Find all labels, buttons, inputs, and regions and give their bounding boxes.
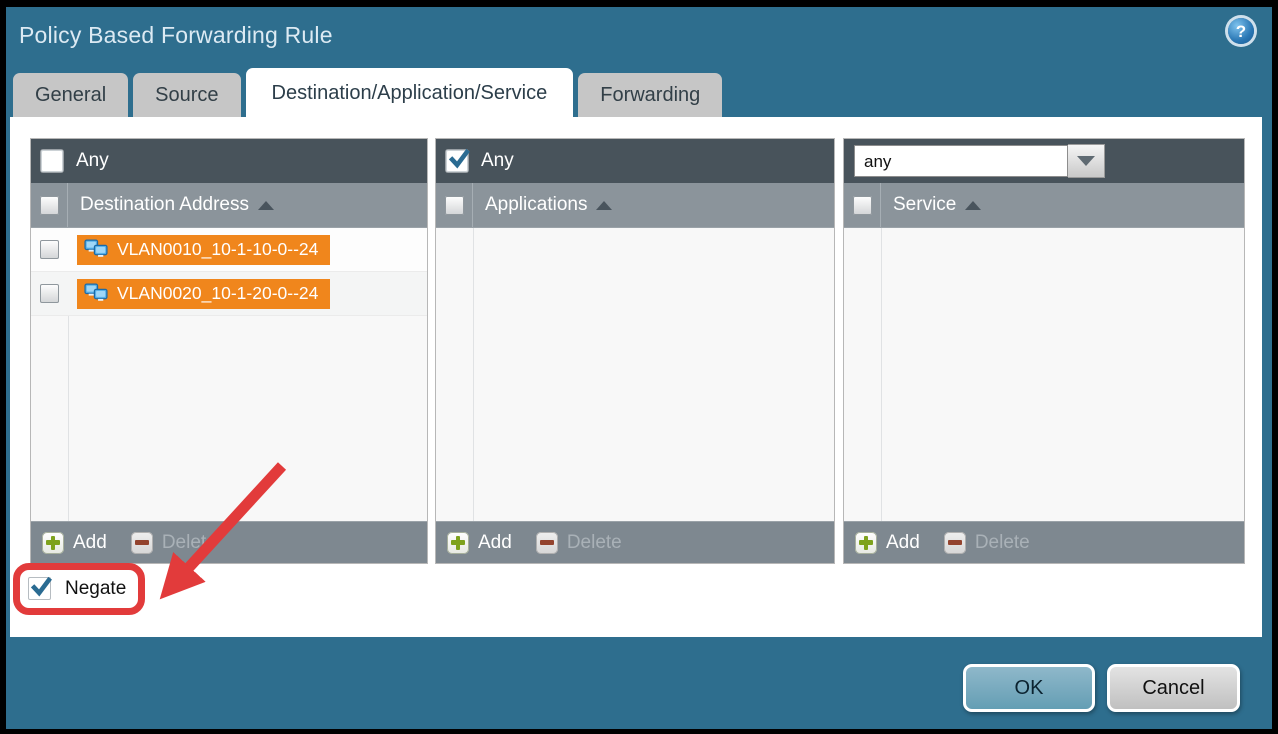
delete-button[interactable]: Delete (131, 532, 217, 554)
service-column-header[interactable]: Service (844, 183, 1244, 228)
tab-general[interactable]: General (13, 73, 128, 117)
service-dropdown[interactable]: any (854, 144, 1105, 178)
address-object-label: VLAN0010_10-1-10-0--24 (117, 239, 318, 260)
applications-select-all-checkbox[interactable] (445, 196, 464, 215)
help-icon[interactable] (1228, 18, 1254, 44)
check-icon (448, 148, 470, 170)
service-select-all-checkbox[interactable] (853, 196, 872, 215)
destination-toolbar: Add Delete (31, 521, 427, 563)
delete-label: Delete (567, 532, 622, 554)
add-label: Add (73, 532, 107, 554)
destination-list: VLAN0010_10-1-10-0--24 (31, 228, 427, 521)
ok-button[interactable]: OK (963, 664, 1095, 712)
minus-icon (131, 532, 153, 554)
add-button[interactable]: Add (855, 532, 920, 554)
plus-icon (447, 532, 469, 554)
delete-button[interactable]: Delete (536, 532, 622, 554)
sort-asc-icon (965, 201, 981, 210)
minus-icon (536, 532, 558, 554)
delete-label: Delete (162, 532, 217, 554)
destination-select-all-checkbox[interactable] (40, 196, 59, 215)
service-select-all-cell (844, 183, 881, 227)
address-object-label: VLAN0020_10-1-20-0--24 (117, 283, 318, 304)
row-checkbox-cell (31, 240, 68, 259)
row-checkbox[interactable] (40, 240, 59, 259)
network-address-icon (84, 283, 109, 304)
add-button[interactable]: Add (447, 532, 512, 554)
list-item[interactable]: VLAN0010_10-1-10-0--24 (31, 228, 427, 272)
service-panel: any Service (843, 138, 1245, 564)
service-dropdown-value[interactable]: any (854, 145, 1068, 177)
service-any-bar: any (844, 139, 1244, 183)
plus-icon (42, 532, 64, 554)
service-toolbar: Add Delete (844, 521, 1244, 563)
applications-column-header[interactable]: Applications (436, 183, 834, 228)
tab-bar: General Source Destination/Application/S… (13, 68, 722, 117)
cancel-button[interactable]: Cancel (1107, 664, 1240, 712)
applications-any-checkbox[interactable] (446, 150, 468, 172)
applications-select-all-cell (436, 183, 473, 227)
add-button[interactable]: Add (42, 532, 107, 554)
screenshot-frame: Policy Based Forwarding Rule General Sou… (0, 0, 1278, 734)
applications-any-bar: Any (436, 139, 834, 183)
destination-address-panel: Any Destination Address (30, 138, 428, 564)
plus-icon (855, 532, 877, 554)
address-object-tag: VLAN0010_10-1-10-0--24 (77, 235, 330, 265)
applications-any-label: Any (481, 150, 514, 172)
dropdown-button[interactable] (1068, 144, 1105, 178)
applications-list (436, 228, 834, 521)
destination-any-bar: Any (31, 139, 427, 183)
applications-column-label: Applications (485, 194, 587, 216)
minus-icon (944, 532, 966, 554)
service-list (844, 228, 1244, 521)
delete-label: Delete (975, 532, 1030, 554)
tab-content: Any Destination Address (10, 117, 1262, 637)
sort-asc-icon (596, 201, 612, 210)
service-column-label: Service (893, 194, 956, 216)
address-object-tag: VLAN0020_10-1-20-0--24 (77, 279, 330, 309)
destination-column-label: Destination Address (80, 194, 249, 216)
destination-column-header[interactable]: Destination Address (31, 183, 427, 228)
tab-forwarding[interactable]: Forwarding (578, 73, 722, 117)
check-icon (30, 576, 52, 598)
dialog-title: Policy Based Forwarding Rule (19, 22, 333, 49)
list-item[interactable]: VLAN0020_10-1-20-0--24 (31, 272, 427, 316)
row-checkbox[interactable] (40, 284, 59, 303)
delete-button[interactable]: Delete (944, 532, 1030, 554)
tab-destination-application-service[interactable]: Destination/Application/Service (246, 68, 574, 118)
sort-asc-icon (258, 201, 274, 210)
add-label: Add (478, 532, 512, 554)
destination-select-all-cell (31, 183, 68, 227)
negate-control[interactable]: Negate (28, 577, 126, 600)
negate-label: Negate (65, 578, 126, 600)
destination-any-label: Any (76, 150, 109, 172)
negate-checkbox[interactable] (28, 577, 51, 600)
row-checkbox-cell (31, 284, 68, 303)
add-label: Add (886, 532, 920, 554)
applications-toolbar: Add Delete (436, 521, 834, 563)
applications-panel: Any Applications Add (435, 138, 835, 564)
destination-any-checkbox[interactable] (41, 150, 63, 172)
tab-source[interactable]: Source (133, 73, 240, 117)
chevron-down-icon (1077, 156, 1095, 166)
network-address-icon (84, 239, 109, 260)
pbf-rule-dialog: Policy Based Forwarding Rule General Sou… (6, 7, 1272, 729)
